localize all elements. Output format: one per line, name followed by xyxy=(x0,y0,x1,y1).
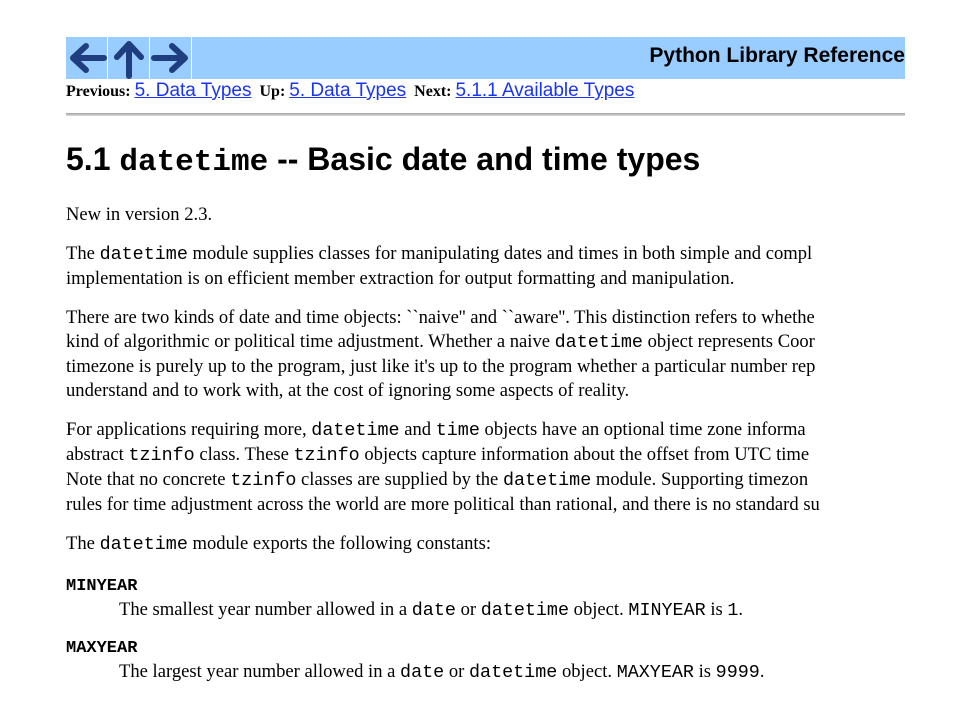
next-label: Next: xyxy=(414,83,452,100)
constant-minyear: MINYEAR xyxy=(66,577,138,596)
previous-page-button[interactable] xyxy=(66,37,108,79)
up-arrow-icon xyxy=(114,41,144,79)
version-note: New in version 2.3. xyxy=(66,204,213,225)
breadcrumb: Previous: 5. Data Types Up: 5. Data Type… xyxy=(66,79,638,104)
header-divider xyxy=(66,113,905,116)
right-arrow-icon xyxy=(151,43,188,73)
constants-list: MINYEAR The smallest year number allowed… xyxy=(66,576,905,685)
constants-intro: The datetime module exports the followin… xyxy=(66,533,491,555)
left-arrow-icon xyxy=(70,43,107,73)
module-name: datetime xyxy=(119,145,269,180)
main-content: 5.1 datetime -- Basic date and time type… xyxy=(66,136,905,685)
naive-aware-paragraph: There are two kinds of date and time obj… xyxy=(66,307,816,401)
constant-maxyear: MAXYEAR xyxy=(66,639,138,658)
constant-minyear-description: The smallest year number allowed in a da… xyxy=(119,599,744,621)
up-level-button[interactable] xyxy=(108,37,150,79)
navigation-bar: Python Library Reference xyxy=(66,37,905,79)
constant-maxyear-description: The largest year number allowed in a dat… xyxy=(119,661,765,683)
intro-paragraph: The datetime module supplies classes for… xyxy=(66,243,813,289)
next-link[interactable]: 5.1.1 Available Types xyxy=(455,80,634,101)
previous-link[interactable]: 5. Data Types xyxy=(135,80,252,101)
previous-label: Previous: xyxy=(66,83,131,100)
page-title: 5.1 datetime -- Basic date and time type… xyxy=(66,141,701,180)
timezone-paragraph: For applications requiring more, datetim… xyxy=(66,419,820,515)
up-label: Up: xyxy=(259,83,286,100)
up-link[interactable]: 5. Data Types xyxy=(289,80,406,101)
document-title: Python Library Reference xyxy=(649,44,905,67)
next-page-button[interactable] xyxy=(150,37,192,79)
